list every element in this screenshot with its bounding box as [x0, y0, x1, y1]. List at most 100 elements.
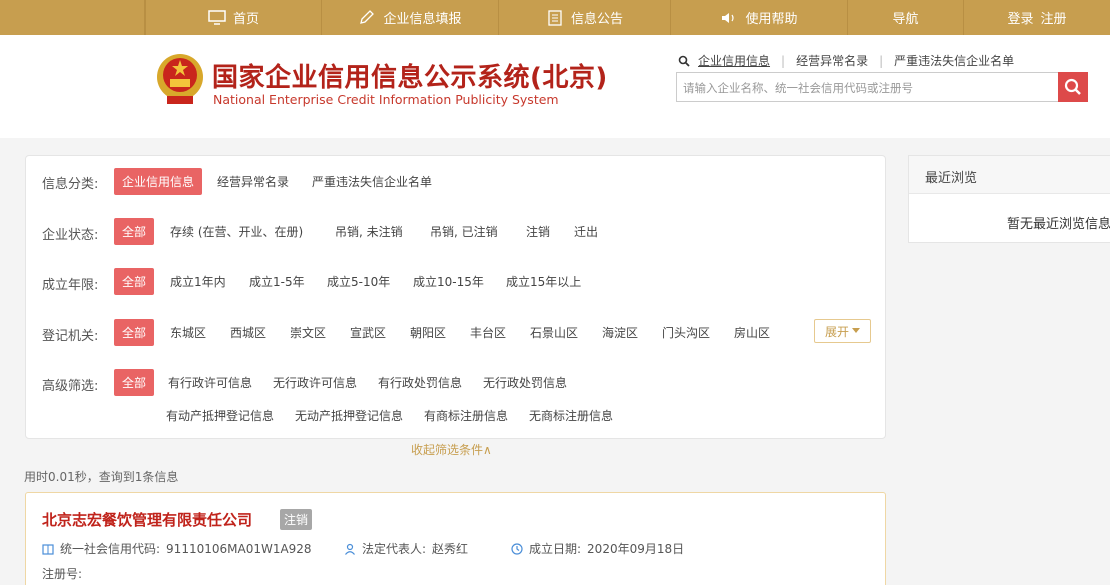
- filter-option[interactable]: 有商标注册信息: [424, 407, 508, 424]
- filter-option[interactable]: 吊销, 未注销: [335, 223, 403, 240]
- rep-value: 赵秀红: [432, 542, 469, 556]
- filter-option[interactable]: 无动产抵押登记信息: [295, 407, 403, 424]
- top-nav: 首页 企业信息填报 信息公告 使用帮助 导航 登录 注册: [0, 0, 1110, 35]
- filter-option-selected[interactable]: 全部: [114, 369, 155, 396]
- national-emblem-icon: [157, 54, 203, 104]
- filter-option[interactable]: 经营异常名录: [217, 173, 289, 190]
- credit-code-value: 91110106MA01W1A928: [166, 541, 312, 556]
- filter-row-authority: 登记机关: 全部 东城区 西城区 崇文区 宣武区 朝阳区 丰台区 石景山区 海淀…: [26, 319, 886, 346]
- filter-option-selected[interactable]: 全部: [114, 218, 155, 245]
- filter-option[interactable]: 迁出: [574, 223, 598, 240]
- expand-button[interactable]: 展开: [814, 319, 871, 343]
- filter-option[interactable]: 丰台区: [470, 324, 506, 341]
- filter-row-advanced: 高级筛选: 全部 有行政许可信息 无行政许可信息 有行政处罚信息 无行政处罚信息: [26, 369, 886, 396]
- filter-row-age: 成立年限: 全部 成立1年内 成立1-5年 成立5-10年 成立10-15年 成…: [26, 268, 886, 295]
- person-icon: [345, 543, 355, 555]
- login-link[interactable]: 登录: [1007, 8, 1033, 27]
- search-link-credit[interactable]: 企业信用信息: [698, 52, 770, 69]
- filter-row-advanced-2: 有动产抵押登记信息 无动产抵押登记信息 有商标注册信息 无商标注册信息: [26, 402, 886, 428]
- filter-option[interactable]: 朝阳区: [410, 324, 446, 341]
- filter-option[interactable]: 注销: [526, 223, 550, 240]
- credit-code-label: 统一社会信用代码:: [60, 542, 161, 556]
- search-type-links: 企业信用信息 | 经营异常名录 | 严重违法失信企业名单: [678, 52, 1014, 69]
- filter-row-category: 信息分类: 企业信用信息 经营异常名录 严重违法失信企业名单: [26, 168, 886, 195]
- nav-fill[interactable]: 企业信息填报: [322, 0, 499, 35]
- filter-option[interactable]: 东城区: [170, 324, 206, 341]
- filter-option[interactable]: 石景山区: [530, 324, 578, 341]
- filter-option[interactable]: 成立10-15年: [413, 273, 484, 290]
- filter-option[interactable]: 门头沟区: [662, 324, 710, 341]
- nav-fill-label: 企业信息填报: [383, 12, 462, 27]
- result-summary: 用时0.01秒，查询到1条信息: [24, 470, 179, 484]
- nav-notice-label: 信息公告: [570, 12, 623, 27]
- filter-option[interactable]: 有动产抵押登记信息: [166, 407, 274, 424]
- date-info: 成立日期: 2020年09月18日: [511, 540, 684, 557]
- search-button[interactable]: [1058, 72, 1088, 102]
- search-link-abnormal[interactable]: 经营异常名录: [796, 52, 868, 69]
- filter-option[interactable]: 西城区: [230, 324, 266, 341]
- filter-option[interactable]: 吊销, 已注销: [430, 223, 498, 240]
- monitor-icon: [208, 9, 226, 25]
- register-link[interactable]: 注册: [1041, 8, 1067, 27]
- reg-label: 注册号:: [42, 567, 83, 581]
- filter-label: 信息分类:: [42, 177, 99, 192]
- search-input[interactable]: 请输入企业名称、统一社会信用代码或注册号: [676, 72, 1061, 102]
- filter-option[interactable]: 无商标注册信息: [529, 407, 613, 424]
- filter-option[interactable]: 成立1年内: [170, 273, 226, 290]
- search-icon: [678, 55, 690, 67]
- filter-option[interactable]: 房山区: [734, 324, 770, 341]
- collapse-filters-link[interactable]: 收起筛选条件∧: [411, 441, 492, 458]
- search-link-blacklist[interactable]: 严重违法失信企业名单: [894, 52, 1014, 69]
- filter-option[interactable]: 成立1-5年: [249, 273, 305, 290]
- filter-option[interactable]: 有行政处罚信息: [378, 374, 462, 391]
- recent-empty-text: 暂无最近浏览信息: [1007, 217, 1110, 232]
- clock-icon: [511, 542, 523, 555]
- date-label: 成立日期:: [529, 542, 582, 556]
- recent-title: 最近浏览: [909, 156, 1110, 194]
- chevron-down-icon: [852, 328, 860, 333]
- date-value: 2020年09月18日: [587, 542, 685, 556]
- filter-option[interactable]: 有行政许可信息: [168, 374, 252, 391]
- book-icon: [42, 543, 54, 555]
- site-subtitle: National Enterprise Credit Information P…: [213, 92, 559, 107]
- nav-spacer: [0, 0, 145, 35]
- divider: |: [879, 53, 884, 68]
- document-icon: [548, 9, 562, 26]
- search-icon: [1064, 78, 1081, 95]
- filter-option-selected[interactable]: 全部: [114, 268, 155, 295]
- filter-option[interactable]: 严重违法失信企业名单: [312, 173, 432, 190]
- credit-code-info: 统一社会信用代码: 91110106MA01W1A928: [42, 540, 312, 557]
- filter-label: 成立年限:: [42, 278, 99, 293]
- nav-home-label: 首页: [232, 12, 259, 27]
- filter-option-selected[interactable]: 全部: [114, 319, 155, 346]
- filter-option[interactable]: 无行政许可信息: [273, 374, 357, 391]
- filter-option[interactable]: 宣武区: [350, 324, 386, 341]
- nav-help-label: 使用帮助: [745, 12, 798, 27]
- filter-option[interactable]: 成立15年以上: [506, 273, 581, 290]
- filter-label: 登记机关:: [42, 329, 99, 344]
- speaker-icon: [722, 12, 735, 23]
- filter-row-status: 企业状态: 全部 存续 (在营、开业、在册) 吊销, 未注销 吊销, 已注销 注…: [26, 218, 886, 245]
- filter-panel: 信息分类: 企业信用信息 经营异常名录 严重违法失信企业名单 企业状态: 全部 …: [25, 155, 886, 439]
- expand-label: 展开: [824, 324, 849, 339]
- site-title: 国家企业信用信息公示系统(北京): [212, 63, 608, 93]
- nav-notice[interactable]: 信息公告: [499, 0, 671, 35]
- company-name[interactable]: 北京志宏餐饮管理有限责任公司: [42, 509, 252, 530]
- rep-info: 法定代表人: 赵秀红: [344, 540, 468, 557]
- filter-option-selected[interactable]: 企业信用信息: [114, 168, 203, 195]
- nav-guide[interactable]: 导航: [848, 0, 964, 35]
- rep-label: 法定代表人:: [362, 542, 427, 556]
- filter-option[interactable]: 无行政处罚信息: [483, 374, 567, 391]
- site-header: 国家企业信用信息公示系统(北京) National Enterprise Cre…: [0, 35, 1110, 138]
- nav-help[interactable]: 使用帮助: [671, 0, 848, 35]
- filter-label: 高级筛选:: [42, 379, 99, 394]
- filter-option[interactable]: 存续 (在营、开业、在册): [170, 223, 303, 240]
- filter-option[interactable]: 成立5-10年: [327, 273, 390, 290]
- divider: |: [781, 53, 786, 68]
- nav-home[interactable]: 首页: [145, 0, 322, 35]
- edit-icon: [360, 9, 375, 24]
- filter-option[interactable]: 海淀区: [602, 324, 638, 341]
- status-badge: 注销: [280, 509, 313, 530]
- filter-option[interactable]: 崇文区: [290, 324, 326, 341]
- result-card[interactable]: 北京志宏餐饮管理有限责任公司 注销 统一社会信用代码: 91110106MA01…: [25, 492, 886, 585]
